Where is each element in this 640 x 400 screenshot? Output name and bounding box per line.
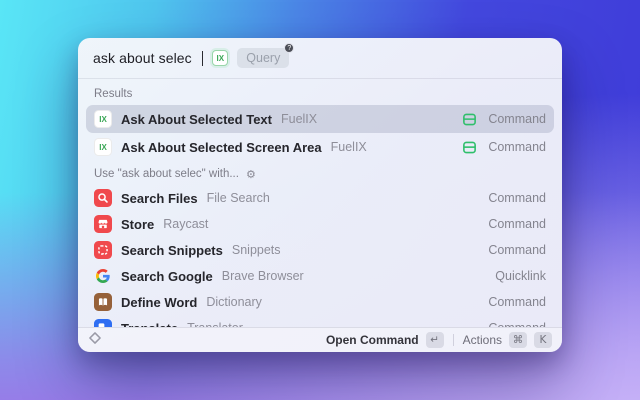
list-item[interactable]: Translate Translator Command bbox=[86, 315, 554, 327]
list-item[interactable]: Search Google Brave Browser Quicklink bbox=[86, 263, 554, 289]
k-key-badge: K bbox=[534, 332, 552, 348]
launcher-window: ask about selec IX Query ? Results IX As… bbox=[78, 38, 562, 352]
results-list: Results IX Ask About Selected Text FuelI… bbox=[78, 79, 562, 327]
fuelix-icon: IX bbox=[94, 110, 112, 128]
action-bar: Open Command ↵ Actions ⌘ K bbox=[78, 327, 562, 352]
command-window-icon bbox=[462, 112, 477, 127]
fuelix-icon: IX bbox=[212, 50, 229, 66]
google-icon bbox=[94, 267, 112, 285]
snippets-icon bbox=[94, 241, 112, 259]
return-key-badge: ↵ bbox=[425, 332, 444, 348]
list-item[interactable]: IX Ask About Selected Text FuelIX Comman… bbox=[86, 105, 554, 133]
file-search-icon bbox=[94, 189, 112, 207]
suggestions-section-header: Use "ask about selec" with... ⚙ bbox=[94, 167, 256, 181]
command-window-icon bbox=[462, 140, 477, 155]
cmd-key-badge: ⌘ bbox=[509, 332, 527, 348]
gear-icon[interactable]: ⚙ bbox=[246, 169, 256, 180]
search-input[interactable]: ask about selec IX Query ? bbox=[78, 38, 562, 79]
list-item[interactable]: Define Word Dictionary Command bbox=[86, 289, 554, 315]
search-query-text: ask about selec bbox=[93, 50, 192, 66]
store-icon bbox=[94, 215, 112, 233]
help-badge[interactable]: ? bbox=[284, 43, 295, 53]
text-caret bbox=[201, 50, 204, 66]
fuelix-icon: IX bbox=[94, 138, 112, 156]
list-item[interactable]: Search Snippets Snippets Command bbox=[86, 237, 554, 263]
footer-divider bbox=[452, 334, 454, 346]
list-item[interactable]: Search Files File Search Command bbox=[86, 185, 554, 211]
dictionary-icon bbox=[94, 293, 112, 311]
open-command-button[interactable]: Open Command bbox=[326, 333, 419, 347]
translate-icon bbox=[94, 319, 112, 327]
suggestions-section: Use "ask about selec" with... ⚙ Search F… bbox=[86, 161, 554, 327]
list-item[interactable]: Store Raycast Command bbox=[86, 211, 554, 237]
raycast-logo-icon bbox=[88, 331, 102, 350]
list-item[interactable]: IX Ask About Selected Screen Area FuelIX… bbox=[86, 133, 554, 161]
query-placeholder: Query bbox=[246, 51, 281, 65]
query-argument-field[interactable]: Query ? bbox=[237, 43, 295, 68]
results-section-header: Results bbox=[94, 88, 133, 100]
actions-button[interactable]: Actions bbox=[463, 333, 502, 347]
